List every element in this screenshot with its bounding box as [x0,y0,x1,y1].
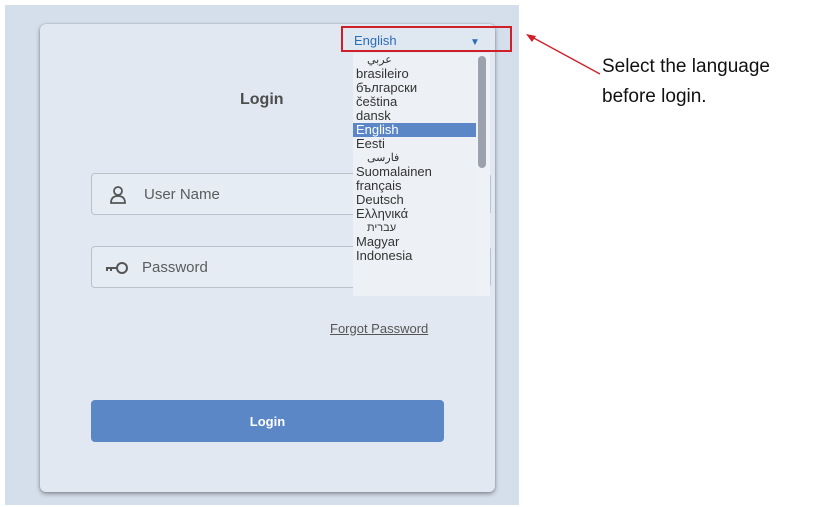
language-option[interactable]: Magyar [353,235,476,249]
language-dropdown-list[interactable]: عربي brasileiro български čeština dansk … [353,53,476,296]
language-option[interactable]: dansk [353,109,476,123]
language-option[interactable]: עברית [353,221,476,235]
annotation-line-1: Select the language [602,56,770,77]
user-icon [110,186,126,204]
language-option[interactable]: عربي [353,53,476,67]
forgot-password-link[interactable]: Forgot Password [330,320,450,338]
scrollbar-thumb[interactable] [478,56,486,168]
annotation-line-2: before login. [602,86,707,107]
language-option[interactable]: български [353,81,476,95]
language-option[interactable]: Eesti [353,137,476,151]
key-icon [106,262,128,274]
language-option-selected[interactable]: English [353,123,476,137]
annotation-text: Select the language before login. [602,52,834,112]
language-option[interactable]: čeština [353,95,476,109]
login-title: Login [240,91,284,108]
language-option[interactable]: Indonesia [353,249,476,263]
annotation-highlight-box [341,26,512,52]
language-option[interactable]: brasileiro [353,67,476,81]
language-option[interactable]: français [353,179,476,193]
annotation-arrow-icon [526,34,601,75]
language-option[interactable]: Ελληνικά [353,207,476,221]
language-option[interactable]: فارسی [353,151,476,165]
language-list-scrollbar[interactable] [476,53,490,296]
language-option[interactable]: Deutsch [353,193,476,207]
login-button[interactable]: Login [91,400,444,442]
language-option[interactable]: Suomalainen [353,165,476,179]
